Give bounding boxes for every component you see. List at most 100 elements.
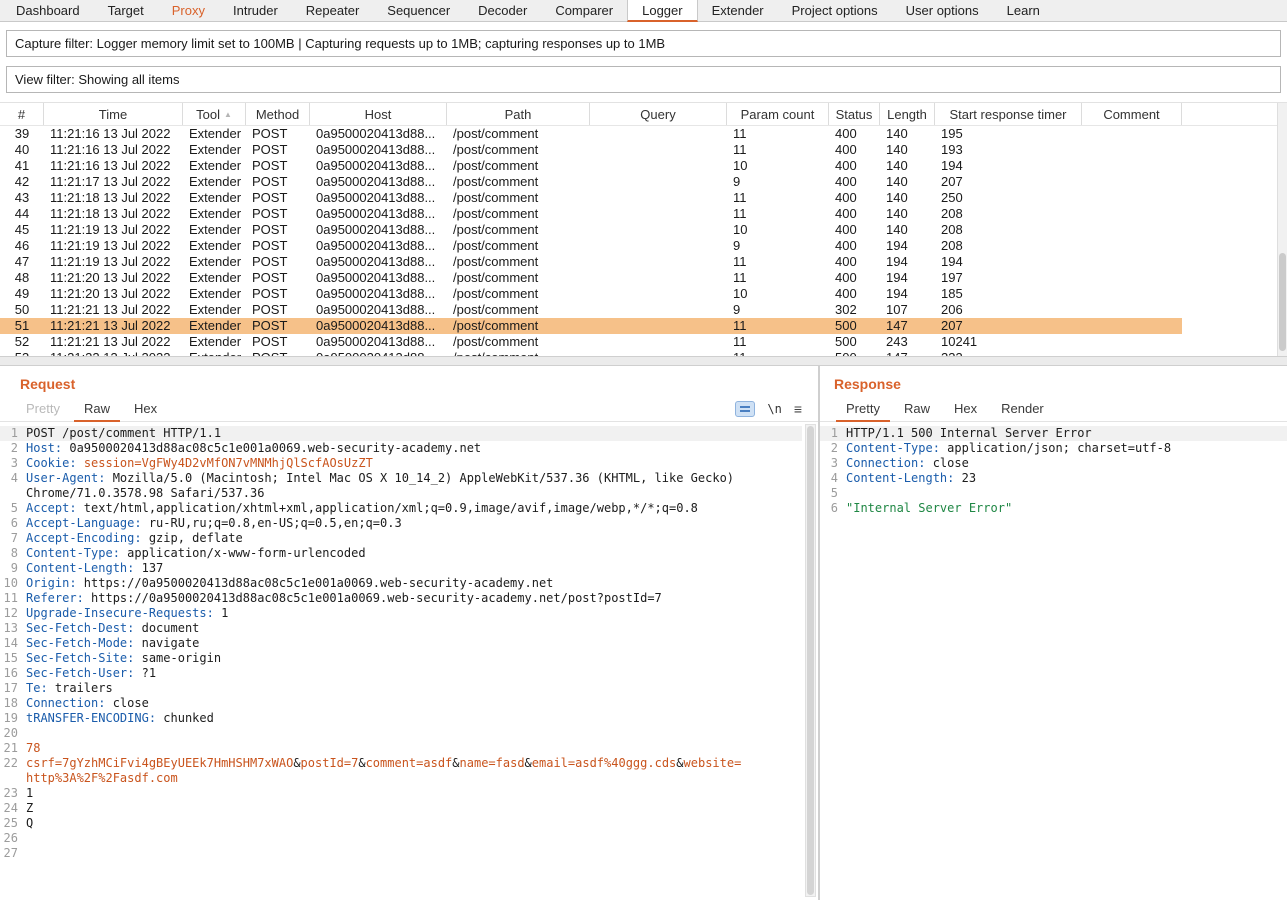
line-number: 13 [0, 621, 26, 636]
column-header-status[interactable]: Status [829, 103, 880, 125]
cell-start-response-timer: 194 [935, 254, 1082, 270]
cell-query [590, 158, 727, 174]
newlines-icon[interactable]: \n [767, 402, 781, 416]
editor-tab-hex-response[interactable]: Hex [942, 396, 989, 421]
main-tab-extender[interactable]: Extender [698, 0, 778, 21]
table-scrollbar-thumb[interactable] [1279, 253, 1286, 351]
cell-time: 11:21:19 13 Jul 2022 [44, 238, 183, 254]
cell-x: 50 [0, 302, 44, 318]
request-editor[interactable]: 1POST /post/comment HTTP/1.12Host: 0a950… [0, 422, 802, 900]
column-header-start-response-timer[interactable]: Start response timer [935, 103, 1082, 125]
text-segment: User-Agent: [26, 471, 105, 485]
cell-x: 40 [0, 142, 44, 158]
log-row-41[interactable]: 4111:21:16 13 Jul 2022ExtenderPOST0a9500… [0, 158, 1182, 174]
editor-line: 27 [0, 846, 802, 861]
column-header-query[interactable]: Query [590, 103, 727, 125]
main-tab-sequencer[interactable]: Sequencer [373, 0, 464, 21]
cell-time: 11:21:18 13 Jul 2022 [44, 206, 183, 222]
view-filter-text: View filter: Showing all items [15, 72, 180, 87]
column-header-time[interactable]: Time [44, 103, 183, 125]
text-segment: trailers [48, 681, 113, 695]
main-tab-repeater[interactable]: Repeater [292, 0, 373, 21]
cell-length: 140 [880, 174, 935, 190]
editor-tab-raw-request[interactable]: Raw [72, 396, 122, 421]
main-tab-logger[interactable]: Logger [627, 0, 697, 22]
view-filter-bar[interactable]: View filter: Showing all items [6, 66, 1281, 93]
editor-menu-icon[interactable]: ≡ [794, 401, 802, 417]
cell-method: POST [246, 174, 310, 190]
log-row-48[interactable]: 4811:21:20 13 Jul 2022ExtenderPOST0a9500… [0, 270, 1182, 286]
request-scrollbar-thumb[interactable] [807, 426, 814, 895]
line-content [26, 831, 802, 846]
line-content: Connection: close [846, 456, 1287, 471]
column-header-tool[interactable]: Tool▲ [183, 103, 246, 125]
log-row-52[interactable]: 5211:21:21 13 Jul 2022ExtenderPOST0a9500… [0, 334, 1182, 350]
line-number: 22 [0, 756, 26, 786]
cell-time: 11:21:17 13 Jul 2022 [44, 174, 183, 190]
main-tab-decoder[interactable]: Decoder [464, 0, 541, 21]
cell-param-count: 11 [727, 318, 829, 334]
cell-start-response-timer: 208 [935, 206, 1082, 222]
main-tab-user-options[interactable]: User options [892, 0, 993, 21]
log-row-42[interactable]: 4211:21:17 13 Jul 2022ExtenderPOST0a9500… [0, 174, 1182, 190]
line-number: 20 [0, 726, 26, 741]
log-table: # Time Tool▲MethodHostPathQueryParam count… [0, 102, 1287, 356]
wrap-toggle-icon[interactable] [735, 401, 755, 417]
cell-x: 52 [0, 334, 44, 350]
main-tab-learn[interactable]: Learn [993, 0, 1054, 21]
column-header-host[interactable]: Host [310, 103, 447, 125]
cell-param-count: 11 [727, 350, 829, 356]
log-row-45[interactable]: 4511:21:19 13 Jul 2022ExtenderPOST0a9500… [0, 222, 1182, 238]
log-row-46[interactable]: 4611:21:19 13 Jul 2022ExtenderPOST0a9500… [0, 238, 1182, 254]
cell-x: 39 [0, 126, 44, 142]
column-header-comment[interactable]: Comment [1082, 103, 1182, 125]
main-tab-proxy[interactable]: Proxy [158, 0, 219, 21]
cell-length: 194 [880, 286, 935, 302]
column-header-path[interactable]: Path [447, 103, 590, 125]
cell-status: 400 [829, 158, 880, 174]
log-row-51[interactable]: 5111:21:21 13 Jul 2022ExtenderPOST0a9500… [0, 318, 1182, 334]
line-content: "Internal Server Error" [846, 501, 1287, 516]
cell-x: 51 [0, 318, 44, 334]
editor-tab-pretty-request[interactable]: Pretty [14, 396, 72, 421]
editor-tab-render-response[interactable]: Render [989, 396, 1056, 421]
main-tab-intruder[interactable]: Intruder [219, 0, 292, 21]
main-tab-dashboard[interactable]: Dashboard [2, 0, 94, 21]
log-row-47[interactable]: 4711:21:19 13 Jul 2022ExtenderPOST0a9500… [0, 254, 1182, 270]
line-number: 25 [0, 816, 26, 831]
response-editor[interactable]: 1HTTP/1.1 500 Internal Server Error2Cont… [820, 422, 1287, 900]
log-row-44[interactable]: 4411:21:18 13 Jul 2022ExtenderPOST0a9500… [0, 206, 1182, 222]
cell-path: /post/comment [447, 190, 590, 206]
capture-filter-bar[interactable]: Capture filter: Logger memory limit set … [6, 30, 1281, 57]
main-tab-target[interactable]: Target [94, 0, 158, 21]
column-label: Start response timer [949, 107, 1066, 122]
log-row-53[interactable]: 5311:21:22 13 Jul 2022ExtenderPOST0a9500… [0, 350, 1182, 356]
cell-comment [1082, 318, 1182, 334]
cell-start-response-timer: 207 [935, 174, 1082, 190]
horizontal-splitter[interactable] [0, 356, 1287, 366]
editor-tab-raw-response[interactable]: Raw [892, 396, 942, 421]
text-segment: tRANSFER-ENCODING: [26, 711, 156, 725]
cell-host: 0a9500020413d88... [310, 238, 447, 254]
column-header-x[interactable]: # [0, 103, 44, 125]
column-header-param-count[interactable]: Param count [727, 103, 829, 125]
table-scrollbar[interactable] [1277, 103, 1287, 356]
cell-host: 0a9500020413d88... [310, 334, 447, 350]
column-header-method[interactable]: Method [246, 103, 310, 125]
log-row-43[interactable]: 4311:21:18 13 Jul 2022ExtenderPOST0a9500… [0, 190, 1182, 206]
cell-start-response-timer: 208 [935, 238, 1082, 254]
log-row-50[interactable]: 5011:21:21 13 Jul 2022ExtenderPOST0a9500… [0, 302, 1182, 318]
main-tab-project-options[interactable]: Project options [778, 0, 892, 21]
log-row-49[interactable]: 4911:21:20 13 Jul 2022ExtenderPOST0a9500… [0, 286, 1182, 302]
cell-param-count: 11 [727, 142, 829, 158]
log-row-39[interactable]: 3911:21:16 13 Jul 2022ExtenderPOST0a9500… [0, 126, 1182, 142]
log-row-40[interactable]: 4011:21:16 13 Jul 2022ExtenderPOST0a9500… [0, 142, 1182, 158]
request-scrollbar[interactable] [805, 424, 816, 897]
editor-tab-hex-request[interactable]: Hex [122, 396, 169, 421]
line-content: Q [26, 816, 802, 831]
column-header-length[interactable]: Length [880, 103, 935, 125]
main-tab-comparer[interactable]: Comparer [541, 0, 627, 21]
editor-line: 13Sec-Fetch-Dest: document [0, 621, 802, 636]
column-label: Time [99, 107, 127, 122]
editor-tab-pretty-response[interactable]: Pretty [834, 396, 892, 421]
